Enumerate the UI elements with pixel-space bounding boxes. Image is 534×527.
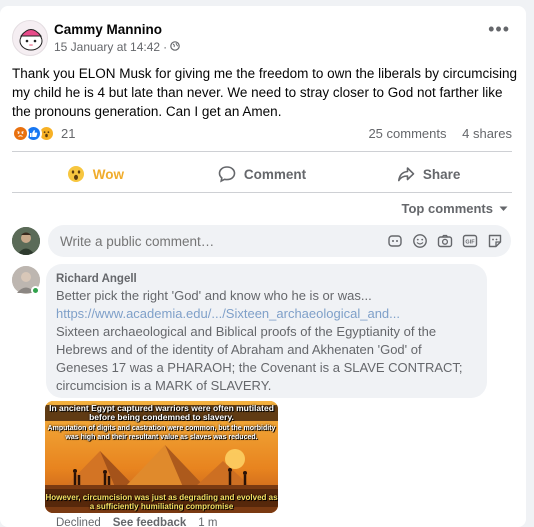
caret-down-icon (499, 206, 508, 212)
globe-icon (170, 39, 180, 55)
camera-icon[interactable] (437, 233, 453, 249)
comment-line: Better pick the right 'God' and know who… (56, 288, 372, 303)
comment-input[interactable] (60, 233, 378, 249)
comments-sort-dropdown[interactable]: Top comments (402, 201, 509, 216)
sticker-icon[interactable] (487, 233, 503, 249)
comment-time[interactable]: 1 m (198, 517, 217, 527)
comment-body: Sixteen archaeological and Biblical proo… (56, 324, 463, 393)
wow-button[interactable]: Wow (12, 157, 179, 191)
comment-footer: Declined See feedback 1 m (56, 517, 229, 527)
comment-label: Comment (243, 166, 307, 182)
wow-face-icon (67, 165, 85, 183)
post-card: Cammy Mannino 15 January at 14:42 · ••• … (0, 6, 526, 527)
comment-status: Declined (56, 517, 101, 527)
wow-label: Wow (92, 166, 124, 182)
share-button[interactable]: Share (345, 157, 512, 191)
image-caption-middle: Amputation of digits and castration were… (47, 425, 276, 441)
comments-sort-label: Top comments (401, 201, 494, 216)
svg-text:GIF: GIF (465, 240, 475, 246)
author-avatar[interactable] (12, 20, 48, 56)
more-options-icon[interactable]: ••• (488, 20, 510, 38)
image-caption-bottom: However, circumcision was just as degrad… (45, 493, 278, 511)
comment-bubble: Richard Angell Better pick the right 'Go… (46, 264, 487, 398)
comment-image[interactable]: In ancient Egypt captured warriors were … (45, 401, 278, 513)
emoji-icon[interactable] (412, 233, 428, 249)
angry-reaction-icon (12, 124, 29, 142)
gif-icon[interactable]: GIF (462, 233, 478, 249)
see-feedback-link[interactable]: See feedback (113, 517, 187, 527)
comment-button[interactable]: Comment (179, 157, 346, 191)
reaction-summary[interactable]: 21 (12, 124, 76, 142)
reaction-count: 21 (61, 125, 76, 141)
divider (12, 192, 512, 193)
comment-input-box[interactable]: GIF (48, 225, 511, 257)
divider (12, 151, 512, 152)
commenter-name[interactable]: Richard Angell (56, 272, 477, 286)
post-stats: 21 25 comments 4 shares (12, 122, 512, 144)
avatar-sticker-icon[interactable] (387, 233, 403, 249)
post-date[interactable]: 15 January at 14:42 (54, 39, 160, 55)
comment-text: Better pick the right 'God' and know who… (56, 287, 477, 395)
comment-composer: GIF (12, 225, 511, 257)
profile-photo-icon (12, 227, 40, 255)
action-bar: Wow Comment Share (12, 157, 512, 191)
share-label: Share (422, 166, 461, 182)
author-name[interactable]: Cammy Mannino (54, 21, 180, 39)
post-text: Thank you ELON Musk for giving me the fr… (12, 66, 517, 119)
comment-bubble-icon (218, 165, 236, 183)
avatar-character-icon (19, 29, 43, 51)
comment-link[interactable]: https://www.academia.edu/.../Sixteen_arc… (56, 305, 477, 323)
post-header: Cammy Mannino 15 January at 14:42 · (12, 20, 180, 56)
image-caption-top: In ancient Egypt captured warriors were … (49, 403, 274, 422)
shares-count[interactable]: 4 shares (462, 126, 512, 141)
online-status-dot (31, 286, 40, 295)
current-user-avatar[interactable] (12, 227, 40, 255)
post-meta: 15 January at 14:42 · (54, 39, 180, 55)
comments-count[interactable]: 25 comments (368, 126, 446, 141)
share-arrow-icon (397, 165, 415, 183)
